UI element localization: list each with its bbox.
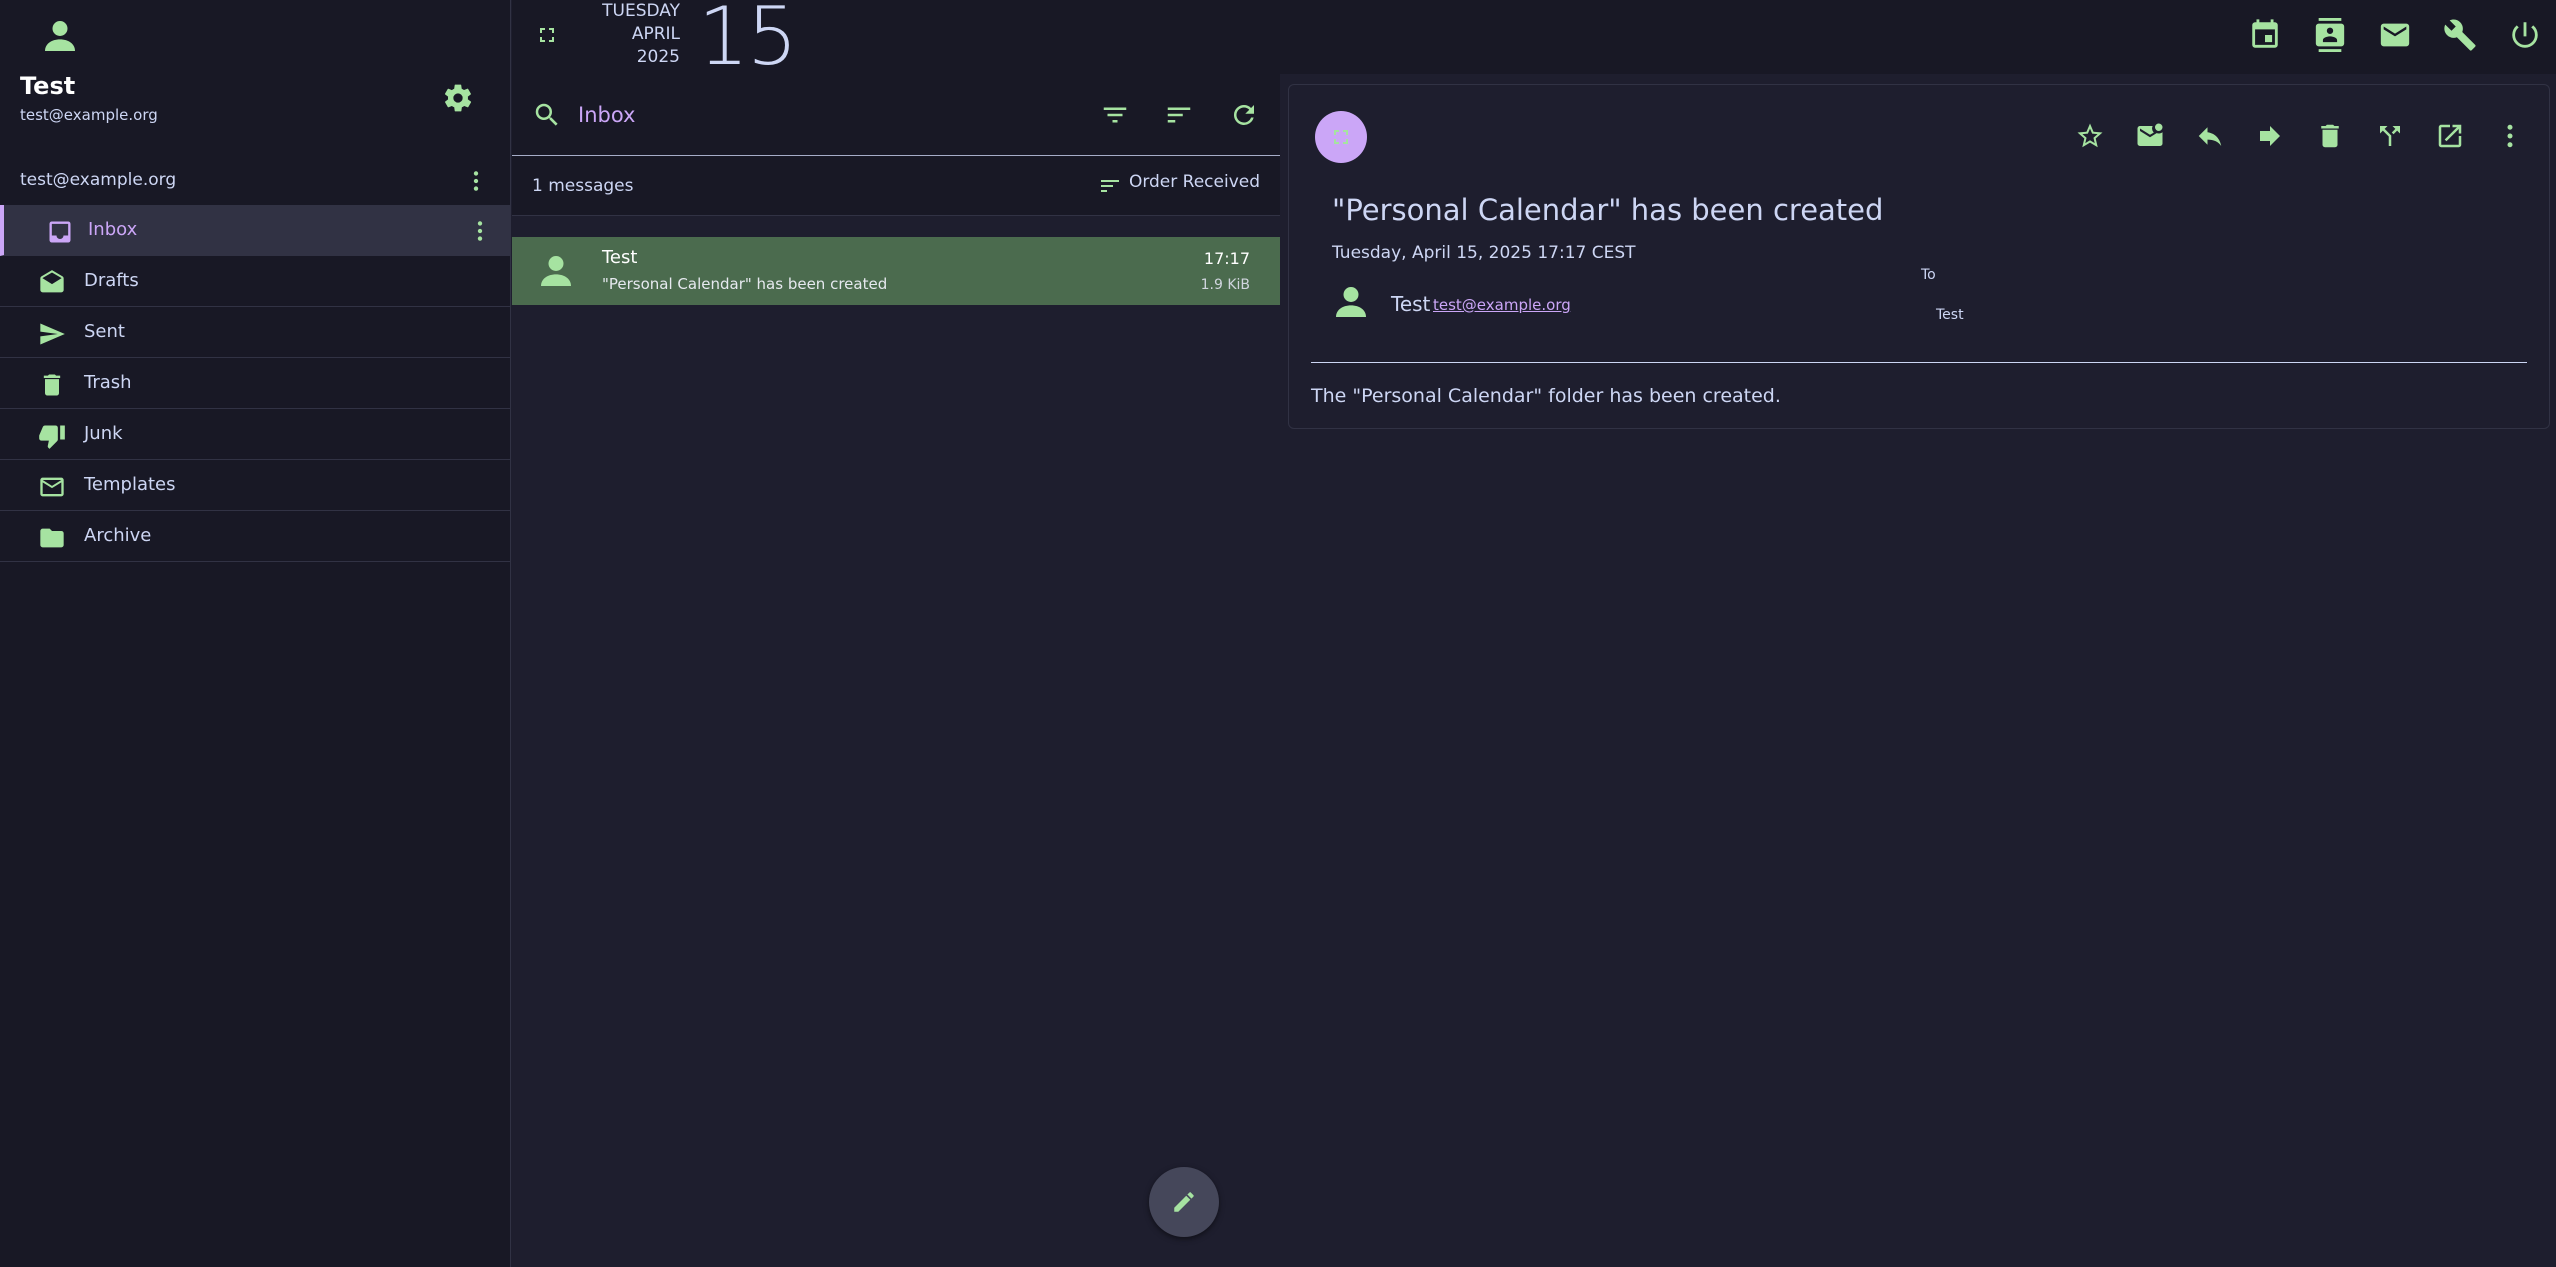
- list-toolbar: 1 messages Order Received: [512, 156, 1280, 216]
- date-year: 2025: [636, 47, 680, 67]
- user-email: test@example.org: [20, 106, 158, 124]
- folder-label: Sent: [84, 321, 125, 342]
- reader-sender-email-link[interactable]: test@example.org: [1433, 296, 1571, 314]
- pencil-icon: [1174, 1192, 1194, 1212]
- folder-templates[interactable]: Templates: [0, 460, 510, 511]
- folder-label: Inbox: [88, 219, 138, 240]
- search-bar: [512, 74, 1280, 156]
- folder-label: Junk: [84, 423, 123, 444]
- sidebar: Test test@example.org test@example.org I…: [0, 0, 511, 1267]
- message-subject: "Personal Calendar" has been created: [602, 275, 888, 293]
- sort-order-icon: [1097, 174, 1123, 198]
- compose-button[interactable]: [1149, 1167, 1219, 1237]
- search-icon[interactable]: [532, 100, 562, 130]
- move-icon[interactable]: [2375, 121, 2405, 151]
- reader-subject: "Personal Calendar" has been created: [1332, 193, 1884, 227]
- account-more-icon[interactable]: [463, 167, 489, 195]
- folder-drafts[interactable]: Drafts: [0, 256, 510, 307]
- send-icon: [38, 320, 66, 348]
- filter-icon[interactable]: [1100, 100, 1130, 130]
- power-icon[interactable]: [2508, 18, 2542, 52]
- delete-icon[interactable]: [2315, 121, 2345, 151]
- top-header: TUESDAY APRIL 2025 15: [512, 0, 2556, 83]
- date-day: 15: [698, 0, 798, 83]
- forward-icon[interactable]: [2255, 121, 2285, 151]
- reader-sender-avatar-icon: [1331, 282, 1371, 322]
- folder-junk[interactable]: Junk: [0, 409, 510, 460]
- drafts-icon: [38, 269, 66, 297]
- thumb-down-icon: [38, 422, 66, 450]
- wrench-icon[interactable]: [2443, 18, 2477, 52]
- date-block: TUESDAY APRIL 2025: [594, 0, 680, 69]
- settings-gear-icon[interactable]: [442, 82, 474, 114]
- reader-avatar[interactable]: [1315, 111, 1367, 163]
- order-button[interactable]: Order Received: [1100, 172, 1260, 200]
- reader-to-label: To: [1921, 267, 1936, 283]
- folder-sent[interactable]: Sent: [0, 307, 510, 358]
- account-label: test@example.org: [20, 170, 177, 190]
- folder-label: Archive: [84, 525, 152, 546]
- trash-icon: [38, 371, 66, 399]
- user-avatar-icon[interactable]: [40, 16, 80, 56]
- reader-date: Tuesday, April 15, 2025 17:17 CEST: [1332, 243, 1636, 263]
- folder-icon: [38, 524, 66, 552]
- folder-label: Templates: [84, 474, 176, 495]
- star-icon[interactable]: [2075, 121, 2105, 151]
- expand-icon: [1334, 130, 1348, 144]
- folder-label: Trash: [84, 372, 132, 393]
- reader-divider: [1311, 362, 2527, 363]
- folder-label: Drafts: [84, 270, 139, 291]
- refresh-icon[interactable]: [1229, 100, 1259, 130]
- folder-trash[interactable]: Trash: [0, 358, 510, 409]
- calendar-icon[interactable]: [2248, 18, 2282, 52]
- mail-app-icon[interactable]: [2378, 18, 2412, 52]
- open-external-icon[interactable]: [2435, 121, 2465, 151]
- reader-body: The "Personal Calendar" folder has been …: [1311, 385, 1781, 407]
- folder-archive[interactable]: Archive: [0, 511, 510, 562]
- message-sender: Test: [602, 247, 638, 268]
- fullscreen-icon[interactable]: [535, 23, 559, 47]
- message-reader: "Personal Calendar" has been created Tue…: [1288, 84, 2550, 429]
- message-size: 1.9 KiB: [1200, 277, 1250, 293]
- date-weekday: TUESDAY: [602, 1, 680, 21]
- message-row[interactable]: Test "Personal Calendar" has been create…: [512, 237, 1280, 305]
- message-time: 17:17: [1203, 249, 1250, 268]
- sender-avatar-icon: [536, 251, 576, 291]
- date-month: APRIL: [631, 24, 680, 44]
- reply-icon[interactable]: [2195, 121, 2225, 151]
- order-label: Order Received: [1128, 172, 1260, 192]
- folder-inbox[interactable]: Inbox: [0, 205, 510, 256]
- sort-icon[interactable]: [1164, 100, 1194, 130]
- mark-unread-icon[interactable]: [2135, 121, 2165, 151]
- account-row[interactable]: test@example.org: [0, 160, 510, 202]
- contacts-icon[interactable]: [2313, 18, 2347, 52]
- user-name: Test: [20, 72, 76, 100]
- mail-icon: [38, 473, 66, 501]
- reader-to-value: Test: [1936, 307, 1964, 323]
- message-list-column: 1 messages Order Received Test "Personal…: [512, 74, 1280, 1267]
- inbox-icon: [46, 218, 74, 246]
- search-input[interactable]: [578, 96, 978, 134]
- more-vert-icon[interactable]: [2495, 121, 2525, 151]
- folder-more-icon[interactable]: [467, 217, 493, 245]
- message-count: 1 messages: [532, 176, 634, 196]
- reader-sender-name: Test: [1391, 292, 1431, 316]
